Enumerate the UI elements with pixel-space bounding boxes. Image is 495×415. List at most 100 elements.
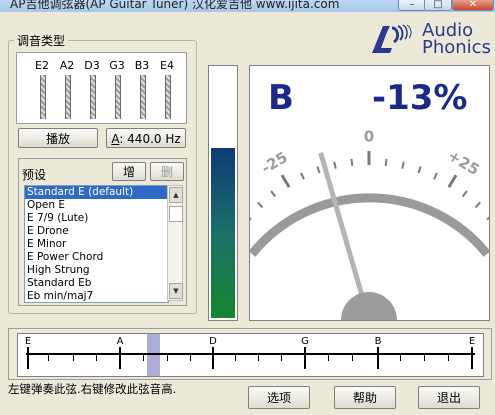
freq-tick-d — [212, 347, 214, 369]
freq-label-g: G — [301, 336, 309, 347]
freq-tick-a — [119, 347, 121, 369]
gauge-tick — [433, 172, 438, 180]
freq-subtick — [424, 353, 425, 361]
freq-label-e-high: E — [468, 336, 476, 347]
string-label: E2 — [35, 59, 49, 72]
preset-item[interactable]: E Minor — [25, 238, 168, 251]
gauge-tick — [270, 190, 277, 198]
freq-subtick — [400, 353, 401, 361]
preset-item[interactable]: High Strung — [25, 264, 168, 277]
frequency-strip[interactable]: E A D G B E — [17, 333, 484, 377]
help-button[interactable]: 帮助 — [334, 386, 396, 409]
string-label: G3 — [109, 59, 125, 72]
preset-list[interactable]: Standard E (default) Open E E 7/9 (Lute)… — [24, 185, 169, 303]
string-wire — [115, 75, 121, 119]
freq-subtick — [143, 353, 144, 361]
string-wire — [40, 75, 46, 119]
window-title: AP吉他调弦器(AP Guitar Tuner) 汉化爱吉他 www.ijita… — [10, 0, 340, 11]
maximize-button[interactable]: □ — [424, 0, 452, 11]
freq-subtick — [258, 353, 259, 361]
gauge-tick — [280, 174, 291, 188]
freq-subtick — [167, 353, 168, 361]
gauge-tick — [447, 174, 458, 188]
title-bar: AP吉他调弦器(AP Guitar Tuner) 汉化爱吉他 www.ijita… — [0, 0, 495, 12]
pitch-value: : 440.0 Hz — [119, 132, 181, 146]
preset-item[interactable]: Open E — [25, 199, 168, 212]
tuning-group-label: 调音类型 — [14, 32, 69, 49]
freq-subtick — [48, 353, 49, 361]
gauge-tick — [461, 190, 468, 198]
freq-tick-e-high — [471, 347, 473, 369]
preset-item[interactable]: Standard E (default) — [25, 186, 168, 199]
freq-tick-e-low — [27, 347, 29, 369]
level-meter — [208, 65, 238, 321]
gauge-tick — [250, 217, 252, 221]
freq-subtick — [352, 353, 353, 361]
string-label: E4 — [160, 59, 174, 72]
string-e4[interactable]: E4 — [154, 53, 180, 123]
tuning-gauge: -50-250+25+50 — [250, 128, 489, 320]
preset-label: 预设 — [22, 168, 47, 182]
gauge-tick — [316, 166, 321, 174]
string-wire — [90, 75, 96, 119]
gauge-tick — [401, 161, 405, 169]
string-label: D3 — [84, 59, 100, 72]
string-wire — [65, 75, 71, 119]
freq-label-e-low: E — [24, 336, 32, 347]
preset-item[interactable]: Eb min/maj7 — [25, 290, 168, 302]
freq-subtick — [73, 353, 74, 361]
freq-subtick — [448, 353, 449, 361]
scroll-thumb[interactable] — [169, 206, 183, 222]
close-button[interactable]: ✕ — [452, 0, 494, 11]
freq-subtick — [328, 353, 329, 361]
minimize-button[interactable]: – — [398, 0, 426, 11]
string-e2[interactable]: E2 — [29, 53, 55, 123]
play-button[interactable]: 播放 — [18, 128, 98, 148]
strings-panel: E2 A2 D3 G3 B3 E4 — [16, 52, 187, 124]
preset-item[interactable]: E 7/9 (Lute) — [25, 212, 168, 225]
gauge-tick — [417, 166, 422, 174]
gauge-tick — [486, 216, 489, 221]
freq-tick-b — [377, 347, 379, 369]
string-d3[interactable]: D3 — [79, 53, 105, 123]
string-a2[interactable]: A2 — [54, 53, 80, 123]
freq-tick-g — [304, 347, 306, 369]
string-label: B3 — [134, 59, 150, 72]
preset-scrollbar[interactable]: ▲ ▼ — [167, 185, 183, 301]
audiophonics-logo: Audio Phonics — [370, 20, 491, 58]
gauge-scale-label: -25 — [258, 148, 291, 177]
gauge-tick — [474, 201, 482, 209]
scroll-down-icon[interactable]: ▼ — [169, 283, 183, 299]
exit-button[interactable]: 退出 — [418, 386, 480, 409]
freq-subtick — [96, 353, 97, 361]
scroll-up-icon[interactable]: ▲ — [169, 187, 183, 203]
string-wire — [140, 75, 146, 119]
freq-label-a: A — [116, 336, 124, 347]
freq-subtick — [281, 353, 282, 361]
gauge-scale-label: 0 — [364, 128, 374, 146]
pitch-button[interactable]: A: 440.0 Hz — [106, 128, 186, 148]
string-label: A2 — [59, 59, 75, 72]
gauge-tick — [350, 158, 354, 167]
options-button[interactable]: 选项 — [248, 386, 310, 409]
level-meter-fill — [211, 148, 235, 318]
gauge-tick — [256, 201, 264, 209]
gauge-arc — [250, 193, 489, 257]
logo-mark-icon — [372, 24, 412, 53]
preset-item[interactable]: E Power Chord — [25, 251, 168, 264]
gauge-hub — [341, 292, 397, 320]
freq-label-b: B — [374, 336, 382, 347]
gauge-tick — [300, 172, 305, 180]
freq-subtick — [235, 353, 236, 361]
delete-preset-button[interactable]: 删 — [150, 162, 184, 181]
add-preset-button[interactable]: 增 — [112, 162, 146, 181]
freq-subtick — [190, 353, 191, 361]
gauge-labels: -50-250+25+50 — [258, 128, 482, 180]
preset-item[interactable]: E Drone — [25, 225, 168, 238]
string-b3[interactable]: B3 — [129, 53, 155, 123]
logo-word-phonics: Phonics — [422, 37, 491, 58]
string-g3[interactable]: G3 — [104, 53, 130, 123]
preset-item[interactable]: Standard Eb — [25, 277, 168, 290]
gauge-tick — [384, 158, 388, 167]
frequency-highlight — [147, 334, 160, 376]
